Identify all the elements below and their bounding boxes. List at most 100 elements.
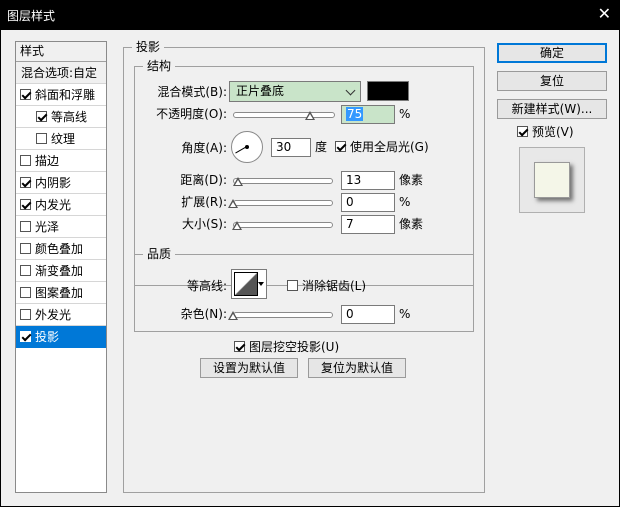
- chevron-down-icon[interactable]: [258, 282, 264, 286]
- style-checkbox-icon[interactable]: [36, 133, 47, 144]
- style-list-item[interactable]: 描边: [16, 150, 106, 172]
- spread-unit: %: [399, 195, 411, 209]
- style-list-item[interactable]: 渐变叠加: [16, 260, 106, 282]
- style-checkbox-icon[interactable]: [36, 111, 47, 122]
- antialias-check-icon: [287, 280, 298, 291]
- style-checkbox-icon[interactable]: [20, 243, 31, 254]
- angle-input[interactable]: 30: [271, 138, 311, 157]
- opacity-value: 75: [346, 107, 364, 121]
- noise-slider-thumb[interactable]: [228, 311, 238, 321]
- size-input[interactable]: 7: [341, 215, 395, 234]
- angle-dial-hand: [235, 146, 247, 154]
- noise-label: 杂色(N):: [180, 307, 227, 321]
- noise-unit: %: [399, 307, 411, 321]
- blend-mode-select[interactable]: 正片叠底: [229, 81, 361, 102]
- style-checkbox-icon[interactable]: [20, 89, 31, 100]
- style-list-item-label: 投影: [35, 330, 60, 344]
- style-list-item[interactable]: 颜色叠加: [16, 238, 106, 260]
- noise-input[interactable]: 0: [341, 305, 395, 324]
- style-list-item-label: 渐变叠加: [35, 264, 84, 278]
- style-checkbox-icon[interactable]: [20, 177, 31, 188]
- style-preview-swatch: [534, 162, 570, 198]
- knockout-checkbox[interactable]: 图层挖空投影(U): [234, 338, 339, 356]
- size-slider[interactable]: [232, 220, 333, 231]
- global-light-check-icon: [335, 141, 346, 152]
- opacity-input[interactable]: 75: [341, 105, 395, 124]
- style-list-item-label: 图案叠加: [35, 286, 84, 300]
- knockout-label: 图层挖空投影(U): [249, 340, 340, 354]
- size-unit: 像素: [399, 217, 424, 231]
- ok-button[interactable]: 确定: [497, 43, 607, 63]
- distance-label: 距离(D):: [180, 173, 227, 187]
- distance-slider-thumb[interactable]: [233, 177, 243, 187]
- blend-mode-value: 正片叠底: [236, 84, 285, 98]
- shadow-color-swatch[interactable]: [367, 81, 409, 101]
- spread-slider-track: [233, 200, 333, 206]
- new-style-button[interactable]: 新建样式(W)...: [497, 99, 607, 119]
- style-list-item-label: 颜色叠加: [35, 242, 84, 256]
- style-list-item-label: 描边: [35, 154, 60, 168]
- global-light-checkbox[interactable]: 使用全局光(G): [335, 138, 429, 156]
- style-list-item[interactable]: 等高线: [16, 106, 106, 128]
- angle-unit: 度: [315, 140, 328, 154]
- style-checkbox-icon[interactable]: [20, 287, 31, 298]
- style-list-item[interactable]: 外发光: [16, 304, 106, 326]
- style-list-header[interactable]: 样式: [16, 42, 106, 62]
- contour-curve-icon: [234, 272, 258, 296]
- spread-slider-thumb[interactable]: [228, 199, 238, 209]
- style-list-item[interactable]: 投影: [16, 326, 106, 348]
- style-list-item-label: 内发光: [35, 198, 72, 212]
- style-list-item-label: 斜面和浮雕: [35, 88, 96, 102]
- style-checkbox-icon[interactable]: [20, 199, 31, 210]
- contour-picker[interactable]: [231, 269, 267, 299]
- distance-unit: 像素: [399, 173, 424, 187]
- noise-slider[interactable]: [228, 310, 333, 320]
- quality-title: 品质: [143, 247, 176, 261]
- preview-checkbox[interactable]: 预览(V): [517, 123, 574, 141]
- layer-style-dialog: 图层样式 ✕ 样式 混合选项:自定 斜面和浮雕 等高线 纹理 描边 内阴影 内发光 光泽 颜色…: [0, 0, 620, 507]
- global-light-label: 使用全局光(G): [350, 140, 429, 154]
- quality-group: 品质 等高线: 消除锯齿(L) 杂色(N): 0 %: [134, 247, 474, 332]
- drop-shadow-group: 投影 结构 混合模式(B): 正片叠底 不透明度(O): 75 % 角度(A):: [123, 40, 485, 493]
- opacity-slider-track: [233, 112, 335, 118]
- style-checkbox-icon[interactable]: [20, 155, 31, 166]
- size-label: 大小(S):: [181, 217, 227, 231]
- style-checkbox-icon[interactable]: [20, 331, 31, 342]
- distance-input[interactable]: 13: [341, 171, 395, 190]
- antialias-checkbox[interactable]: 消除锯齿(L): [287, 277, 366, 295]
- size-slider-thumb[interactable]: [232, 221, 242, 231]
- structure-title: 结构: [143, 59, 176, 73]
- chevron-down-icon: [345, 85, 356, 96]
- style-list-item-label: 等高线: [51, 110, 88, 124]
- reset-button[interactable]: 复位: [497, 71, 607, 91]
- blending-options-item[interactable]: 混合选项:自定: [16, 62, 106, 84]
- spread-slider[interactable]: [228, 198, 333, 208]
- reset-default-button[interactable]: 复位为默认值: [308, 358, 406, 378]
- style-list-item[interactable]: 纹理: [16, 128, 106, 150]
- angle-dial[interactable]: [231, 131, 263, 163]
- opacity-slider-thumb[interactable]: [304, 111, 315, 121]
- style-checkbox-icon[interactable]: [20, 221, 31, 232]
- opacity-label: 不透明度(O):: [156, 107, 227, 121]
- style-list-item[interactable]: 内阴影: [16, 172, 106, 194]
- close-icon[interactable]: ✕: [598, 4, 611, 23]
- style-checkbox-icon[interactable]: [20, 309, 31, 320]
- style-list-item-label: 纹理: [51, 132, 76, 146]
- preview-check-icon: [517, 126, 528, 137]
- style-checkbox-icon[interactable]: [20, 265, 31, 276]
- opacity-slider[interactable]: [233, 110, 335, 120]
- spread-label: 扩展(R):: [181, 195, 227, 209]
- make-default-button[interactable]: 设置为默认值: [200, 358, 298, 378]
- style-list-item-label: 光泽: [35, 220, 60, 234]
- style-list-item[interactable]: 斜面和浮雕: [16, 84, 106, 106]
- spread-input[interactable]: 0: [341, 193, 395, 212]
- distance-slider-track: [233, 178, 333, 184]
- antialias-label: 消除锯齿(L): [302, 279, 367, 293]
- noise-slider-track: [233, 312, 333, 318]
- style-list-item-label: 外发光: [35, 308, 72, 322]
- distance-slider[interactable]: [233, 176, 333, 186]
- style-list-item[interactable]: 内发光: [16, 194, 106, 216]
- contour-label: 等高线:: [186, 279, 227, 293]
- style-list-item[interactable]: 图案叠加: [16, 282, 106, 304]
- style-list-item[interactable]: 光泽: [16, 216, 106, 238]
